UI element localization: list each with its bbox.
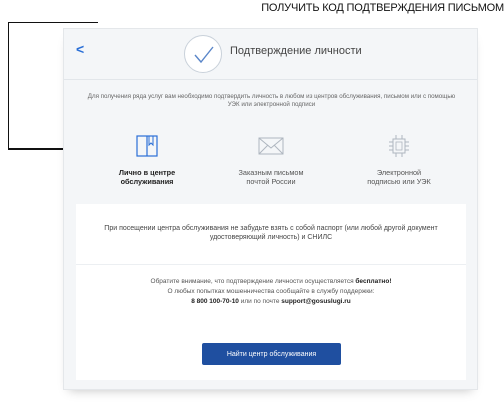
fraud-notice-text: О любых попытках мошенничества сообщайте… (167, 288, 375, 295)
option-signature-label-2: подписью или УЭК (367, 177, 431, 186)
support-email: support@gosuslugi.ru (281, 298, 351, 305)
annotation-line-top (8, 22, 98, 23)
envelope-icon (258, 137, 284, 155)
option-in-person-label-2: обслуживания (120, 177, 174, 186)
option-signature-label-1: Электронной (376, 168, 422, 177)
option-in-person-label-1: Лично в центре (118, 168, 176, 177)
header-divider (64, 79, 477, 80)
intro-text: Для получения ряда услуг вам необходимо … (87, 93, 456, 108)
book-icon (136, 135, 158, 157)
find-service-center-button[interactable]: Найти центр обслуживания (202, 343, 341, 365)
page-title: Подтверждение личности (230, 45, 362, 57)
option-mail-label-1: Заказным письмом (238, 168, 304, 177)
annotation-caption: ПОЛУЧИТЬ КОД ПОДТВЕРЖДЕНИЯ ПИСЬМОМ (261, 2, 504, 14)
support-note: Обратите внимание, что подтверждение лич… (86, 277, 456, 307)
panel-divider (76, 264, 466, 265)
email-prefix: или по почте (238, 298, 282, 305)
info-panel: При посещении центра обслуживания не заб… (76, 204, 466, 380)
free-notice-text: Обратите внимание, что подтверждение лич… (150, 278, 356, 285)
option-digital-signature[interactable]: Электронной подписью или УЭК (344, 133, 454, 186)
option-in-person[interactable]: Лично в центре обслуживания (92, 133, 202, 186)
option-mail-label-2: почтой России (246, 177, 296, 186)
annotation-line-vertical (8, 22, 9, 148)
support-phone: 8 800 100-70-10 (191, 298, 239, 305)
option-registered-mail[interactable]: Заказным письмом почтой России (216, 133, 326, 186)
checkmark-icon (184, 35, 222, 73)
identity-confirmation-card: < Подтверждение личности Для получения р… (63, 28, 478, 390)
back-button[interactable]: < (76, 41, 84, 57)
chip-icon (389, 135, 409, 157)
documents-notice: При посещении центра обслуживания не заб… (104, 225, 438, 241)
free-notice-bold: бесплатно! (355, 278, 392, 285)
